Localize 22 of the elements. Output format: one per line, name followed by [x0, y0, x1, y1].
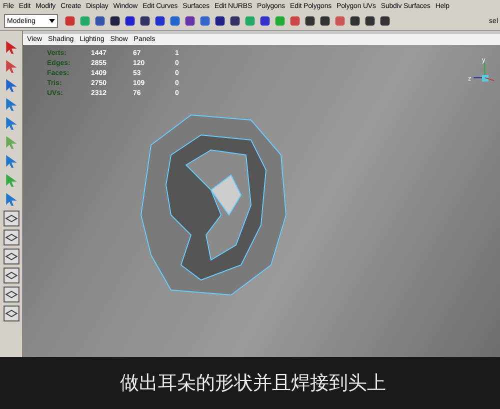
toolbar-icon[interactable]	[153, 14, 167, 28]
toolbar-icon[interactable]	[183, 14, 197, 28]
layout-icon[interactable]	[2, 286, 20, 303]
toolbar-icon[interactable]	[348, 14, 362, 28]
toolbar-icon[interactable]	[258, 14, 272, 28]
toolbar-icon[interactable]	[318, 14, 332, 28]
toolbar-icon[interactable]	[363, 14, 377, 28]
toolbar-icon[interactable]	[378, 14, 392, 28]
layout-icon[interactable]	[2, 267, 20, 284]
layout-icon[interactable]	[2, 248, 20, 265]
layout-icon[interactable]	[2, 305, 20, 322]
toolbar-icon[interactable]	[303, 14, 317, 28]
toolbar-icon[interactable]	[213, 14, 227, 28]
toolbar-icon[interactable]	[228, 14, 242, 28]
layout-icon[interactable]	[2, 229, 20, 246]
toolbar-icon[interactable]	[108, 14, 122, 28]
caret-icon	[49, 19, 55, 23]
subtitle: 做出耳朵的形状并且焊接到头上	[120, 371, 386, 396]
toolbar-icon[interactable]	[138, 14, 152, 28]
layout-icon[interactable]	[2, 210, 20, 227]
toolbar-icon[interactable]	[93, 14, 107, 28]
toolbar-icon[interactable]	[123, 14, 137, 28]
